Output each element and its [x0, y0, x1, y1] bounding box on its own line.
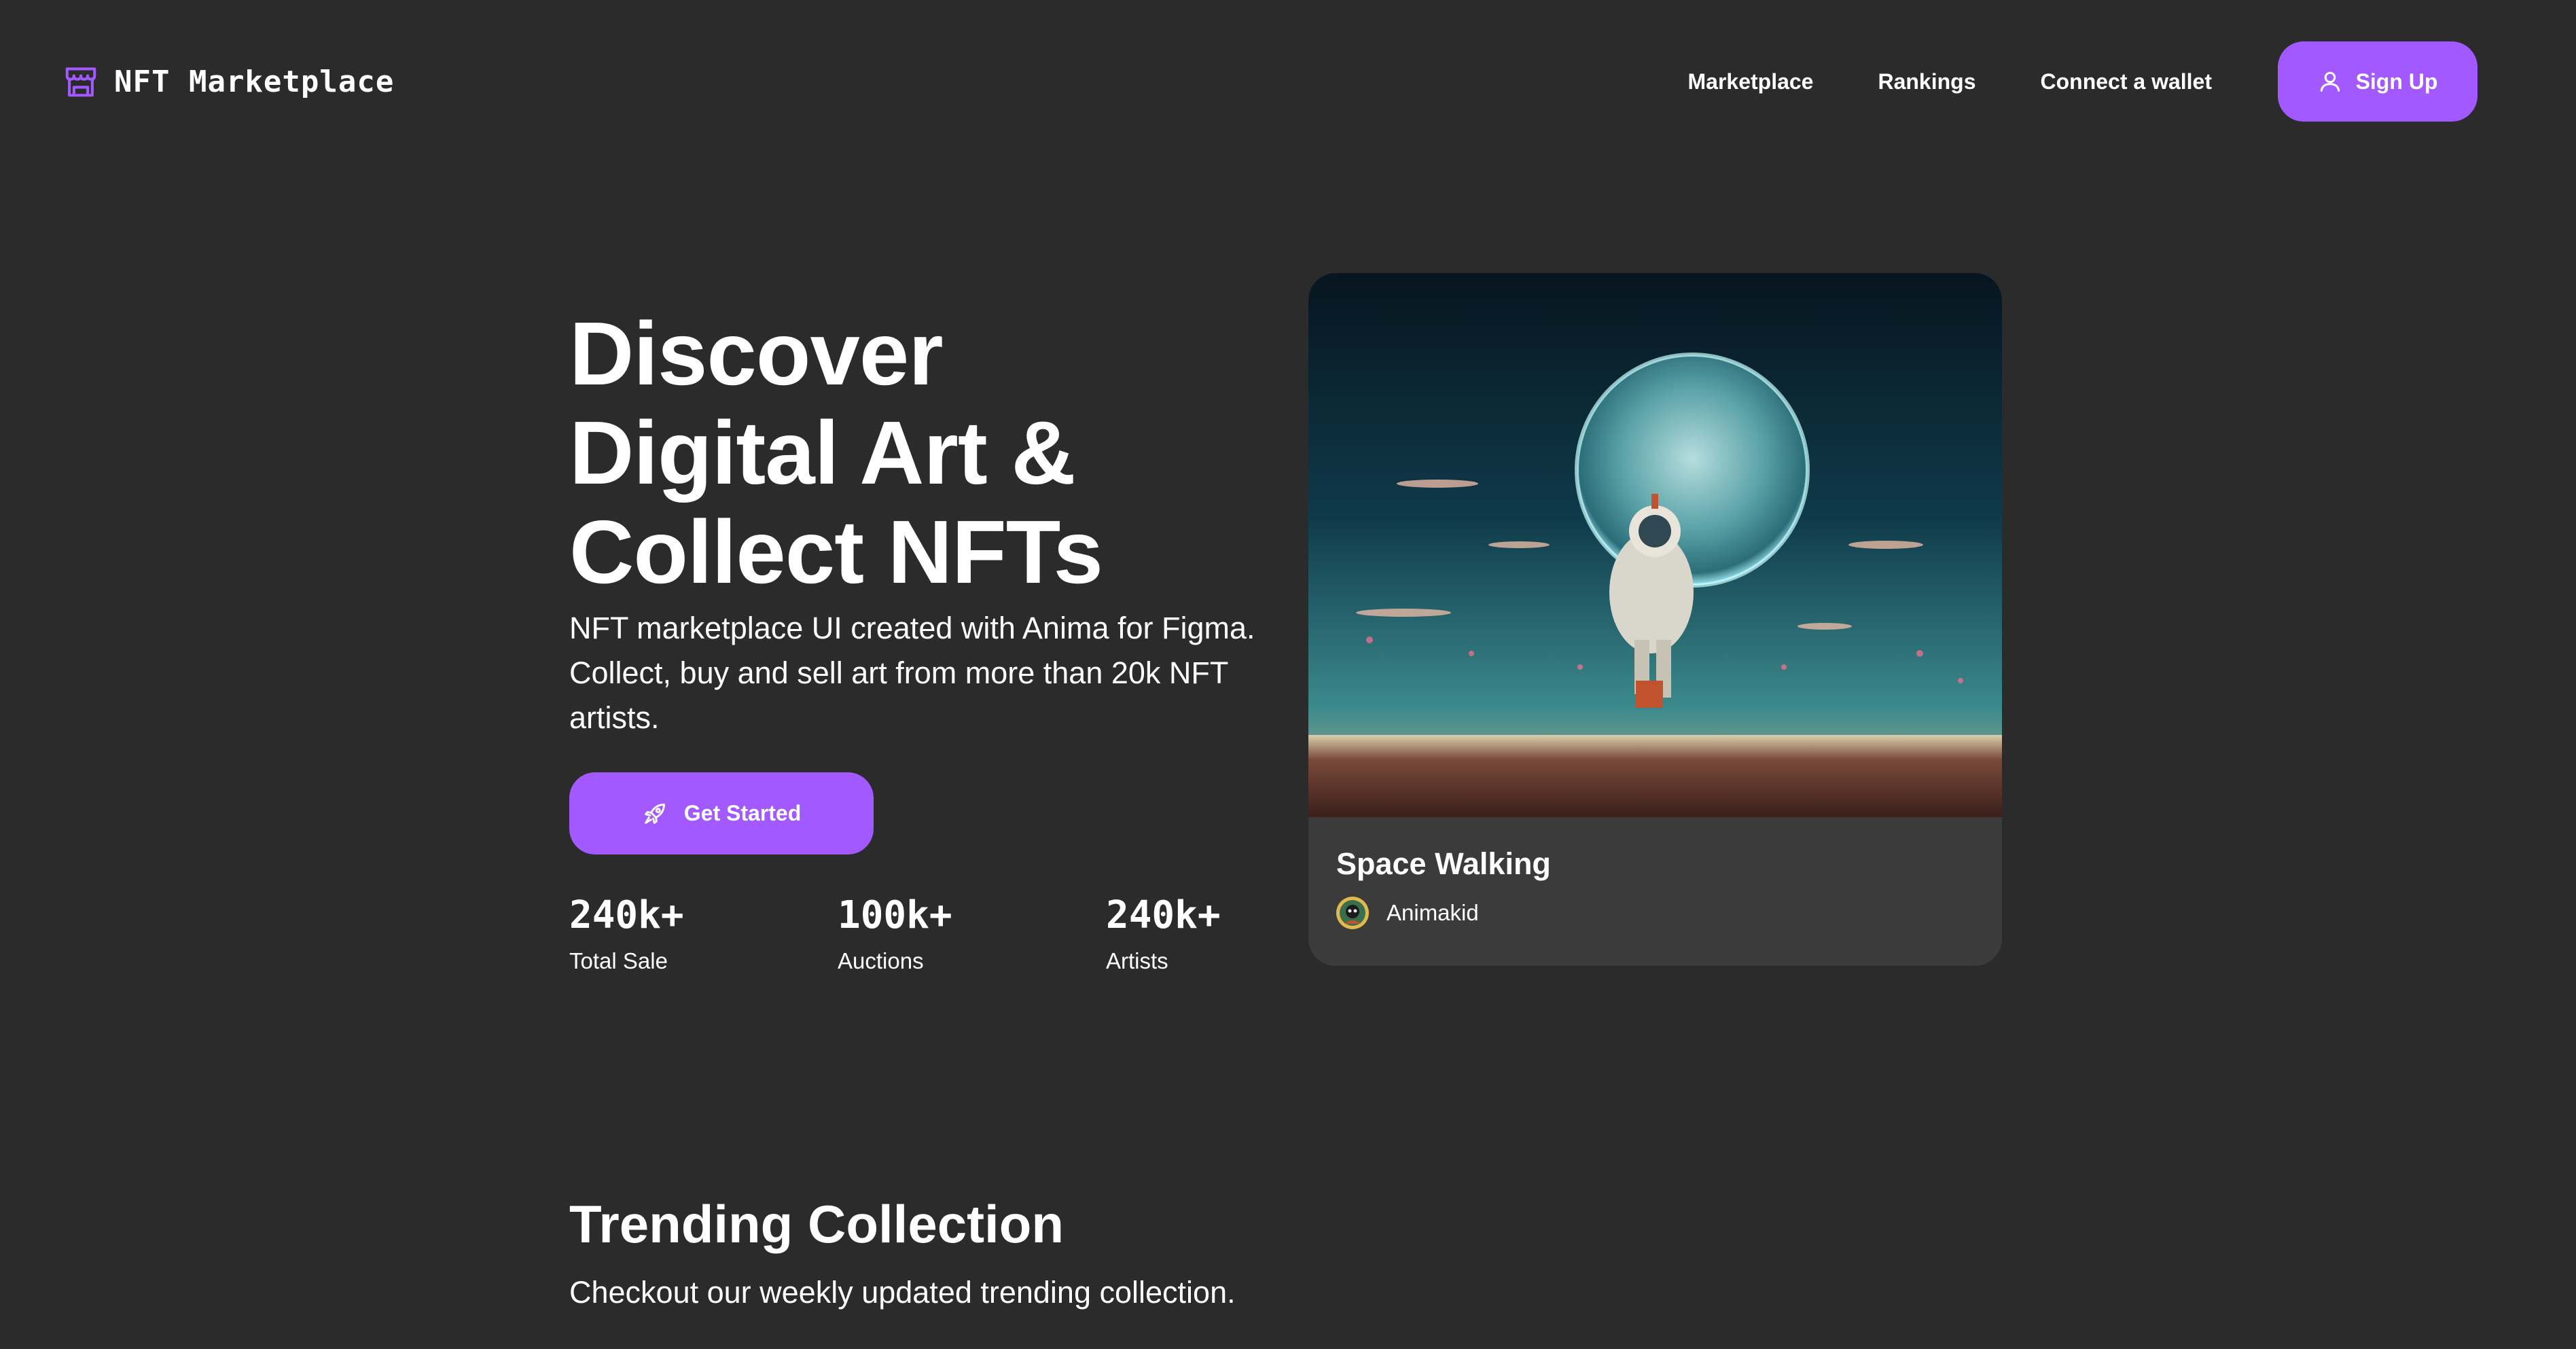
- nav-link-rankings[interactable]: Rankings: [1878, 69, 1975, 94]
- get-started-label: Get Started: [683, 801, 802, 825]
- stat-label: Total Sale: [569, 948, 668, 973]
- nav-link-connect-wallet[interactable]: Connect a wallet: [2041, 69, 2213, 94]
- stat-value: 240k+: [1106, 893, 1221, 937]
- sign-up-label: Sign Up: [2355, 69, 2438, 94]
- stat-auctions: 100k+ Auctions: [838, 888, 952, 978]
- featured-nft-info: Space Walking Animakid: [1336, 845, 1551, 929]
- brand-name: NFT Marketplace: [114, 64, 395, 99]
- stat-value: 100k+: [838, 893, 952, 937]
- artist-row[interactable]: Animakid: [1336, 897, 1551, 929]
- hero-subtitle: NFT marketplace UI created with Anima fo…: [569, 611, 1255, 735]
- stat-value: 240k+: [569, 893, 684, 937]
- featured-nft-card[interactable]: Space Walking Animakid: [1308, 273, 2002, 966]
- stat-label: Auctions: [838, 948, 924, 973]
- stat-artists: 240k+ Artists: [1106, 888, 1221, 978]
- nft-title: Space Walking: [1336, 846, 1551, 881]
- nav-link-marketplace[interactable]: Marketplace: [1687, 69, 1813, 94]
- page: NFT Marketplace Marketplace Rankings Con…: [0, 0, 2576, 1349]
- hero-title-line: Collect NFTs: [569, 502, 1103, 602]
- rocket-icon: [644, 803, 665, 824]
- storefront-icon: [65, 67, 96, 97]
- hero-title: Discover Digital Art & Collect NFTs: [569, 304, 1235, 602]
- brand-logo[interactable]: NFT Marketplace: [62, 63, 394, 100]
- hero-title-line: Digital Art &: [569, 403, 1076, 503]
- nav-menu: Marketplace Rankings Connect a wallet Si…: [1687, 41, 2477, 122]
- nft-artwork-image: [1308, 273, 2002, 817]
- sign-up-button[interactable]: Sign Up: [2278, 41, 2477, 122]
- trending-section-subtitle: Checkout our weekly updated trending col…: [569, 1275, 1236, 1310]
- user-icon: [2320, 71, 2340, 92]
- artist-name: Animakid: [1387, 900, 1479, 925]
- get-started-button[interactable]: Get Started: [569, 772, 874, 855]
- top-navbar: NFT Marketplace Marketplace Rankings Con…: [0, 0, 2576, 163]
- artist-avatar: [1336, 897, 1369, 929]
- trending-section-title: Trending Collection: [569, 1194, 1065, 1254]
- stat-label: Artists: [1106, 948, 1168, 973]
- stat-total-sale: 240k+ Total Sale: [569, 888, 684, 978]
- hero-title-line: Discover: [569, 304, 944, 403]
